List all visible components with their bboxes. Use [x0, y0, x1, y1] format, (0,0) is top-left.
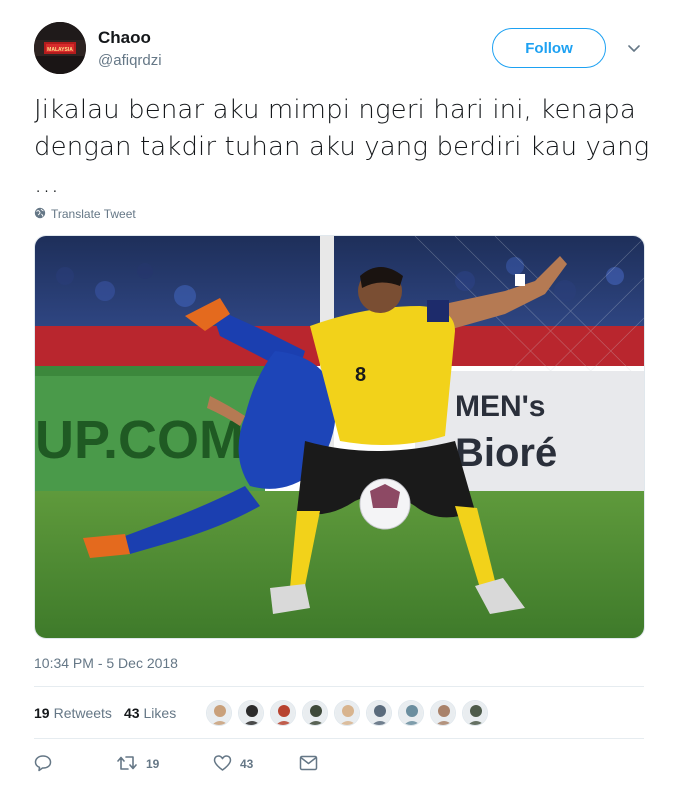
tweet-timestamp[interactable]: 10:34 PM - 5 Dec 2018	[34, 655, 178, 671]
banner-right-top-text: MEN's	[455, 390, 545, 423]
like-icon	[213, 754, 232, 775]
user-name[interactable]: Chaoo	[98, 28, 151, 48]
liker-avatar[interactable]	[430, 700, 456, 726]
liker-avatar[interactable]	[238, 700, 264, 726]
user-handle[interactable]: @afiqrdzi	[98, 52, 162, 69]
caret-down-icon[interactable]	[626, 40, 642, 56]
tweet-text: Jikalau benar aku mimpi ngeri hari ini, …	[34, 95, 650, 199]
liker-avatar[interactable]	[462, 700, 488, 726]
like-count: 43	[240, 757, 254, 771]
liker-avatar[interactable]	[270, 700, 296, 726]
liker-avatar[interactable]	[366, 700, 392, 726]
translate-label: Translate Tweet	[51, 207, 136, 221]
retweet-icon	[116, 754, 138, 775]
tweet-header: MALAYSIA Chaoo @afiqrdzi Follow	[34, 22, 644, 78]
liker-avatar[interactable]	[206, 700, 232, 726]
reply-button[interactable]	[34, 754, 116, 775]
likes-label: Likes	[143, 705, 177, 721]
banner-left-text: UP.COM	[35, 410, 244, 470]
banner-right-bottom-text: Bioré	[455, 431, 557, 475]
reply-icon	[34, 754, 52, 775]
liker-avatar[interactable]	[398, 700, 424, 726]
retweets-count: 19	[34, 705, 50, 721]
follow-button[interactable]: Follow	[492, 28, 606, 68]
likes-stat[interactable]: 43 Likes	[124, 705, 176, 721]
retweets-stat[interactable]: 19 Retweets	[34, 705, 112, 721]
likes-count: 43	[123, 705, 140, 721]
like-button[interactable]: 43	[213, 754, 299, 775]
football	[359, 478, 411, 530]
translate-tweet-link[interactable]: Translate Tweet	[34, 205, 136, 223]
tweet-photo[interactable]: UP.COM MEN's Bioré 8	[34, 235, 645, 639]
message-button[interactable]	[299, 755, 318, 774]
avatar[interactable]: MALAYSIA	[34, 22, 86, 74]
tweet-stats: 19 Retweets 43 Likes	[34, 698, 188, 728]
divider	[34, 738, 644, 739]
tweet-actions: 19 43	[34, 752, 318, 776]
globe-icon	[34, 207, 46, 222]
retweet-button[interactable]: 19	[116, 754, 213, 775]
liker-avatar[interactable]	[302, 700, 328, 726]
retweets-label: Retweets	[53, 705, 112, 721]
divider	[34, 686, 644, 687]
message-icon	[299, 755, 318, 774]
jersey-number: 8	[355, 364, 366, 386]
avatar-text: MALAYSIA	[47, 47, 73, 53]
liker-avatar[interactable]	[334, 700, 360, 726]
retweet-count: 19	[146, 757, 160, 771]
liker-avatars	[206, 700, 488, 726]
